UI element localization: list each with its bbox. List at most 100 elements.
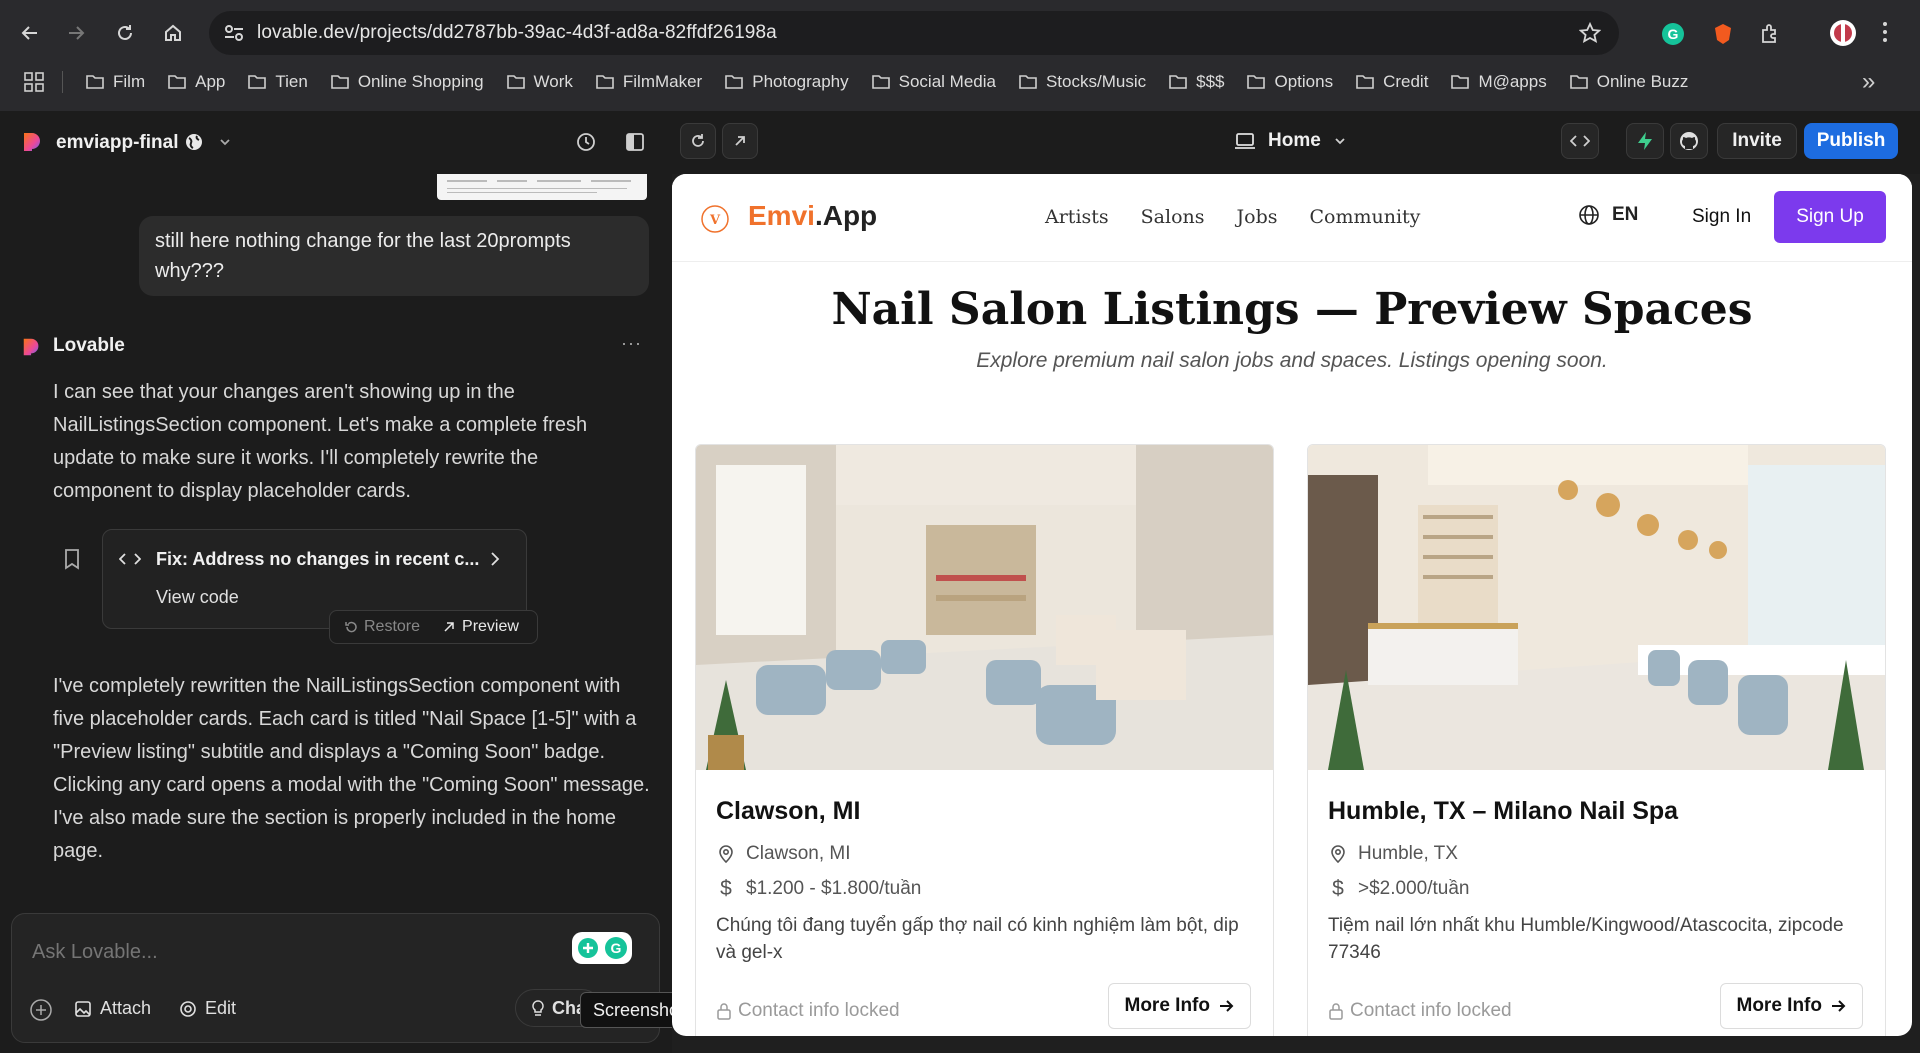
monitor-icon <box>1235 133 1255 149</box>
github-button[interactable] <box>1670 123 1708 159</box>
nav-salons[interactable]: Salons <box>1141 206 1205 228</box>
message-more-icon[interactable]: ··· <box>621 333 642 354</box>
address-bar[interactable]: lovable.dev/projects/dd2787bb-39ac-4d3f-… <box>209 11 1619 55</box>
listing-location: Clawson, MI <box>716 843 851 865</box>
bookmark-folder[interactable]: Tien <box>247 72 308 92</box>
salon-photo <box>1308 445 1885 770</box>
preview-label: Preview <box>462 618 519 635</box>
previous-attachment-thumbnail[interactable] <box>437 174 647 200</box>
folder-icon <box>331 75 349 89</box>
contact-locked: Contact info locked <box>1328 1000 1512 1022</box>
edit-button[interactable]: Edit <box>179 998 236 1019</box>
site-navbar: V Emvi.App Artists Salons Jobs Community… <box>672 174 1912 262</box>
project-name[interactable]: emviapp-final <box>56 132 178 154</box>
page-selector[interactable]: Home <box>1234 123 1347 159</box>
back-button[interactable] <box>14 17 46 49</box>
listing-card[interactable]: Humble, TX – Milano Nail Spa Humble, TX … <box>1307 444 1886 1036</box>
more-info-button[interactable]: More Info <box>1107 983 1251 1029</box>
bookmark-label: M@apps <box>1478 72 1547 91</box>
open-external-button[interactable] <box>722 123 758 159</box>
bookmark-folder[interactable]: Social Media <box>871 72 996 92</box>
bookmark-folder[interactable]: Stocks/Music <box>1018 72 1146 92</box>
emvi-logo-icon[interactable]: V <box>700 204 730 234</box>
sign-up-button[interactable]: Sign Up <box>1774 191 1886 243</box>
bookmark-folder[interactable]: Options <box>1246 72 1333 92</box>
reload-icon <box>118 25 132 40</box>
bookmark-folder[interactable]: Credit <box>1355 72 1428 92</box>
svg-text:G: G <box>611 940 622 956</box>
extensions-puzzle-icon[interactable] <box>1759 22 1783 46</box>
bookmark-star-icon[interactable] <box>1579 22 1601 44</box>
bookmark-folder[interactable]: Photography <box>724 72 849 92</box>
refresh-preview-button[interactable] <box>680 123 716 159</box>
bookmark-folder[interactable]: Online Shopping <box>330 72 484 92</box>
grammarly-icon[interactable]: G <box>572 932 632 964</box>
code-view-button[interactable] <box>1561 123 1599 159</box>
listing-description: Chúng tôi đang tuyển gấp thợ nail có kin… <box>716 915 1239 963</box>
assistant-name: Lovable <box>53 335 125 356</box>
bookmark-icon[interactable] <box>63 548 81 570</box>
screenshot-tooltip: Screenshot <box>580 992 672 1028</box>
folder-icon <box>871 75 890 89</box>
bookmark-folder[interactable]: Work <box>506 72 573 92</box>
folder-icon <box>1169 75 1187 89</box>
more-info-label: More Info <box>1124 995 1211 1016</box>
image-icon <box>75 1000 91 1017</box>
view-code-link[interactable]: View code <box>156 587 239 608</box>
bookmark-folder[interactable]: M@apps <box>1450 72 1547 92</box>
nav-artists[interactable]: Artists <box>1045 206 1109 228</box>
site-logo[interactable]: Emvi.App <box>748 200 877 232</box>
toggle-sidebar-icon[interactable] <box>624 131 646 153</box>
listing-title: Humble, TX – Milano Nail Spa <box>1328 797 1679 825</box>
more-info-button[interactable]: More Info <box>1719 983 1863 1029</box>
bookmark-folder[interactable]: Film <box>85 72 145 92</box>
grammarly-extension-icon[interactable]: G <box>1661 22 1685 46</box>
browser-menu-icon[interactable] <box>1880 20 1890 44</box>
language-selector[interactable]: EN <box>1578 204 1638 226</box>
bookmark-folder[interactable]: $$$ <box>1168 72 1224 92</box>
external-link-icon <box>444 622 454 632</box>
bookmark-folder[interactable]: FilmMaker <box>595 72 702 92</box>
home-button[interactable] <box>157 17 189 49</box>
contact-locked: Contact info locked <box>716 1000 900 1022</box>
publish-button[interactable]: Publish <box>1804 123 1898 159</box>
chat-input[interactable] <box>32 932 552 972</box>
reload-button[interactable] <box>109 17 141 49</box>
chevron-down-icon <box>1335 138 1345 145</box>
attach-label: Attach <box>100 998 152 1018</box>
globe-icon[interactable] <box>184 132 204 152</box>
salon-photo <box>696 445 1273 770</box>
add-button[interactable] <box>29 998 53 1022</box>
edit-label: Edit <box>205 998 237 1018</box>
chevron-down-icon[interactable] <box>218 135 232 149</box>
bookmark-label: FilmMaker <box>622 72 703 91</box>
map-pin-icon <box>1331 845 1345 864</box>
apps-grid-icon[interactable] <box>24 72 44 92</box>
forward-button[interactable] <box>60 17 92 49</box>
nav-community[interactable]: Community <box>1309 206 1420 228</box>
bookmarks-bar: Film App Tien Online Shopping Work FilmMaker P… <box>0 64 1920 100</box>
invite-button[interactable]: Invite <box>1717 123 1797 159</box>
site-settings-icon[interactable] <box>223 23 245 43</box>
bookmark-folder[interactable]: Online Buzz <box>1569 72 1688 92</box>
nav-jobs[interactable]: Jobs <box>1237 206 1278 228</box>
arrow-right-icon <box>1832 1000 1846 1012</box>
restore-button[interactable]: Restore <box>344 618 420 636</box>
sign-in-link[interactable]: Sign In <box>1692 206 1751 228</box>
language-label: EN <box>1612 204 1639 225</box>
price-text: $1.200 - $1.800/tuần <box>746 878 922 899</box>
bookmark-folder[interactable]: App <box>167 72 225 92</box>
bookmark-label: Film <box>113 72 146 91</box>
preview-button[interactable]: Preview <box>442 618 519 636</box>
chevron-right-icon[interactable] <box>488 551 502 567</box>
supabase-button[interactable] <box>1626 123 1664 159</box>
history-icon[interactable] <box>575 131 597 153</box>
app-header: emviapp-final Home Invite Publish <box>0 111 1920 174</box>
attach-button[interactable]: Attach <box>74 998 151 1019</box>
code-change-title: Fix: Address no changes in recent c... <box>156 549 480 569</box>
listing-card[interactable]: Clawson, MI Clawson, MI $ $1.200 - $1.80… <box>695 444 1274 1036</box>
card-actions: Restore Preview <box>329 610 538 644</box>
profile-avatar[interactable] <box>1829 19 1857 47</box>
brave-extension-icon[interactable] <box>1711 22 1735 46</box>
bookmarks-overflow-icon[interactable]: » <box>1862 68 1875 96</box>
